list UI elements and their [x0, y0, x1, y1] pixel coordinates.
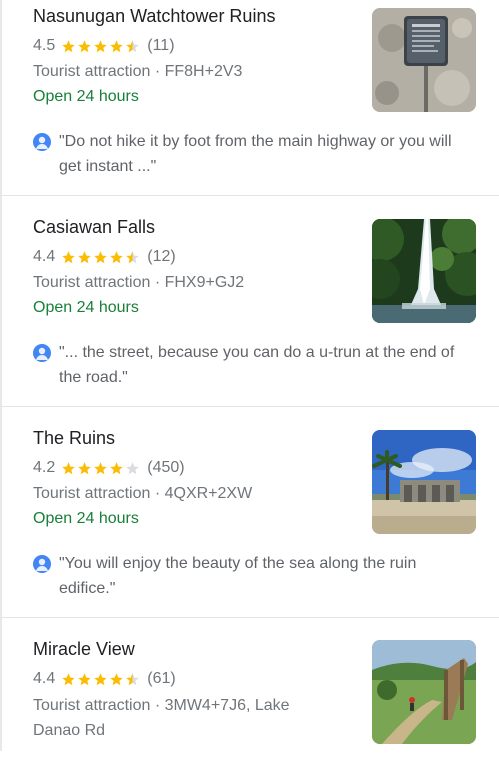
rating-value: 4.4 — [33, 248, 56, 265]
star-icon — [78, 461, 91, 474]
review-count[interactable]: (61) — [147, 670, 175, 688]
star-icon — [110, 461, 123, 474]
star-icon — [126, 250, 139, 263]
star-icon — [78, 250, 91, 263]
star-icon — [110, 672, 123, 685]
star-icon — [126, 672, 139, 685]
places-list: Nasunugan Watchtower Ruins 4.5 (11) Tour… — [0, 0, 499, 751]
rating-value: 4.2 — [33, 459, 56, 476]
star-icon — [94, 672, 107, 685]
star-rating — [61, 39, 141, 54]
star-rating — [61, 250, 141, 265]
review-text: "You will enjoy the beauty of the sea al… — [59, 555, 417, 597]
star-icon — [78, 39, 91, 52]
star-icon — [110, 250, 123, 263]
star-icon — [126, 39, 139, 52]
hours-status: Open 24 hours — [33, 299, 139, 316]
rating-row: 4.4 (12) — [33, 248, 176, 266]
review-count[interactable]: (12) — [147, 248, 175, 266]
place-name[interactable]: The Ruins — [33, 428, 115, 449]
place-card[interactable]: The Ruins 4.2 (450) Tourist attraction ·… — [2, 408, 499, 618]
review-snippet: "Do not hike it by foot from the main hi… — [33, 129, 473, 179]
avatar — [33, 344, 51, 362]
star-icon — [62, 39, 75, 52]
star-icon — [62, 672, 75, 685]
rating-value: 4.5 — [33, 37, 56, 54]
star-icon — [62, 250, 75, 263]
ruins-marker-photo[interactable] — [372, 8, 476, 112]
rating-row: 4.4 (61) — [33, 670, 176, 688]
star-icon — [94, 250, 107, 263]
category-address: Tourist attraction · FHX9+GJ2 — [33, 274, 245, 291]
rating-row: 4.2 (450) — [33, 459, 185, 477]
star-rating — [61, 461, 141, 476]
star-icon — [94, 39, 107, 52]
waterfall-photo[interactable] — [372, 219, 476, 323]
star-icon — [126, 461, 139, 474]
review-snippet: "You will enjoy the beauty of the sea al… — [33, 551, 473, 601]
hours-status: Open 24 hours — [33, 510, 139, 527]
category-address: Tourist attraction · FF8H+2V3 — [33, 63, 243, 80]
review-text: "Do not hike it by foot from the main hi… — [59, 133, 452, 175]
category-address: Tourist attraction · 4QXR+2XW — [33, 485, 253, 502]
review-count[interactable]: (11) — [147, 37, 174, 55]
star-icon — [94, 461, 107, 474]
place-card[interactable]: Nasunugan Watchtower Ruins 4.5 (11) Tour… — [2, 0, 499, 196]
rating-value: 4.4 — [33, 670, 56, 687]
review-snippet: "... the street, because you can do a u-… — [33, 340, 473, 390]
place-name[interactable]: Nasunugan Watchtower Ruins — [33, 6, 275, 27]
star-icon — [110, 39, 123, 52]
star-rating — [61, 672, 141, 687]
place-card[interactable]: Casiawan Falls 4.4 (12) Tourist attracti… — [2, 197, 499, 407]
review-text: "... the street, because you can do a u-… — [59, 344, 455, 386]
hillside-view-photo[interactable] — [372, 640, 476, 744]
hours-status: Open 24 hours — [33, 88, 139, 105]
star-icon — [62, 461, 75, 474]
place-card[interactable]: Miracle View 4.4 (61) Tourist attraction… — [2, 619, 499, 759]
avatar — [33, 555, 51, 573]
avatar — [33, 133, 51, 151]
category-address: Tourist attraction · 3MW4+7J6, Lake Dana… — [33, 697, 290, 739]
place-name[interactable]: Miracle View — [33, 639, 135, 660]
place-name[interactable]: Casiawan Falls — [33, 217, 155, 238]
star-icon — [78, 672, 91, 685]
beach-ruins-photo[interactable] — [372, 430, 476, 534]
rating-row: 4.5 (11) — [33, 37, 175, 55]
review-count[interactable]: (450) — [147, 459, 184, 477]
